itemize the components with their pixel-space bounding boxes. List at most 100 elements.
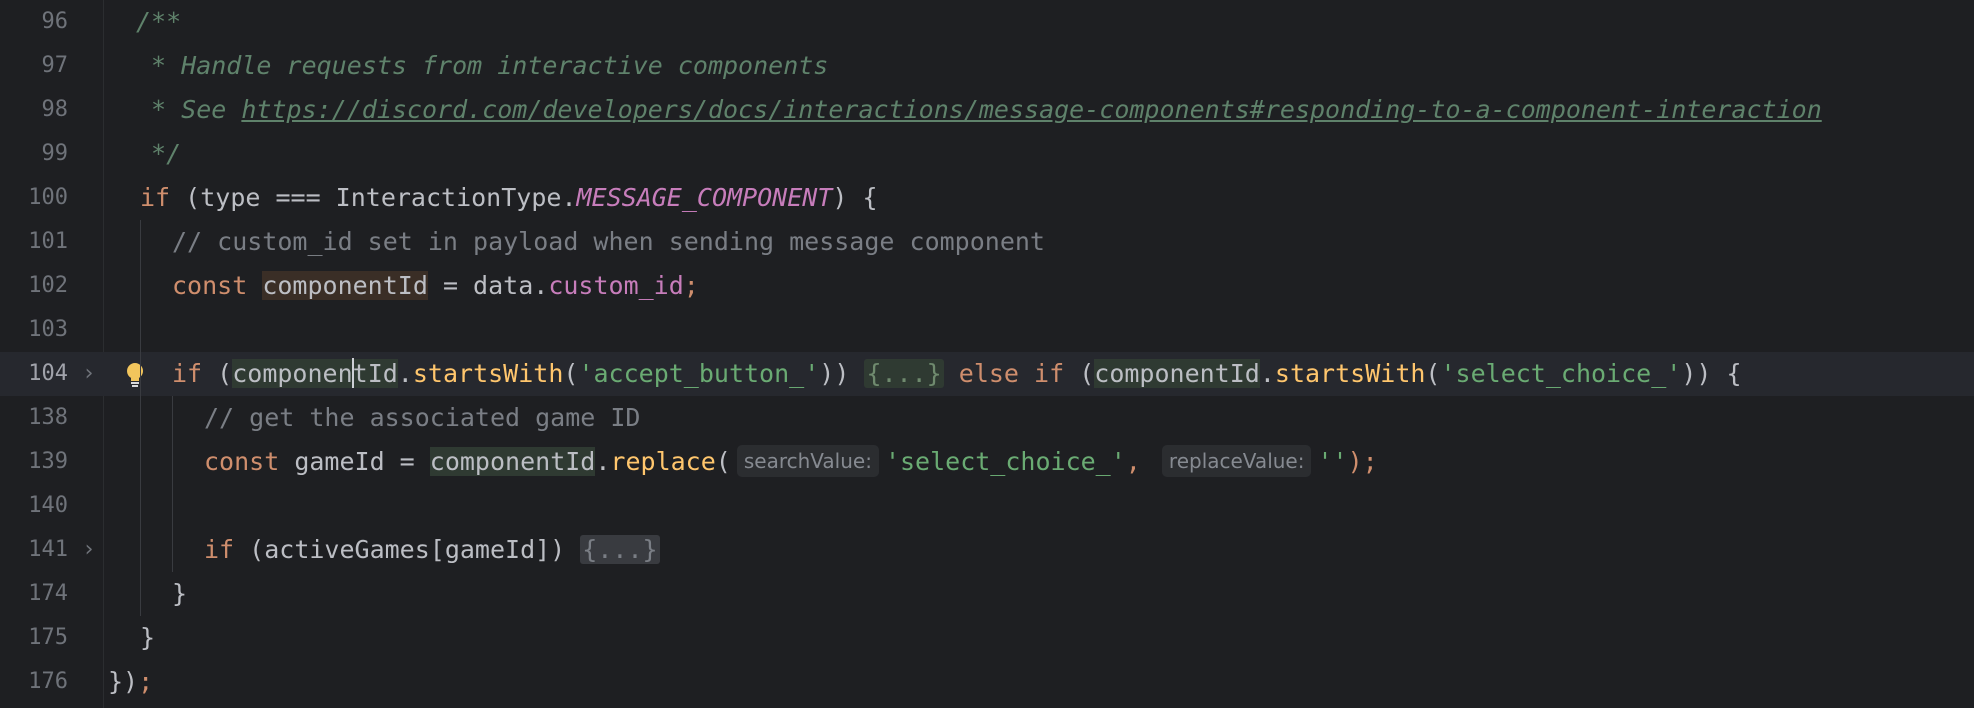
keyword: const (172, 271, 248, 300)
code-editor[interactable]: 96 /** 97 * Handle requests from interac… (0, 0, 1974, 708)
line-number[interactable]: 100 (0, 176, 68, 220)
closing-brace: } (172, 579, 188, 608)
closing-brace: } (140, 623, 156, 652)
variable-usage: componentId (429, 447, 596, 476)
code-line[interactable]: 103 (0, 308, 1974, 352)
lightbulb-icon[interactable] (121, 360, 149, 390)
code-token: tId (352, 359, 398, 388)
line-number[interactable]: 176 (0, 660, 68, 704)
method-call: startsWith (1274, 359, 1426, 388)
semicolon: ; (138, 667, 154, 696)
code-line[interactable]: 175 } (0, 616, 1974, 660)
chevron-right-icon[interactable]: › (78, 539, 100, 561)
folded-block[interactable]: {...} (580, 535, 660, 564)
string-literal: 'select_choice_' (884, 447, 1126, 476)
string-literal: 'accept_button_' (578, 359, 820, 388)
enum-constant: MESSAGE_COMPONENT (576, 183, 833, 212)
code-text: if (type === InteractionType.MESSAGE_COM… (140, 176, 878, 220)
code-token: componen (232, 359, 353, 388)
folded-block[interactable]: {...} (864, 359, 944, 388)
code-line[interactable]: 139 const gameId = componentId.replace(s… (0, 440, 1974, 484)
doc-comment: * Handle requests from interactive compo… (136, 51, 829, 80)
chevron-right-icon[interactable]: › (78, 363, 100, 385)
code-text: }); (108, 660, 153, 704)
line-number[interactable]: 174 (0, 572, 68, 616)
string-literal: 'select_choice_' (1440, 359, 1682, 388)
doc-link[interactable]: https://discord.com/developers/docs/inte… (241, 95, 1821, 124)
code-token: (activeGames[gameId]) (234, 535, 581, 564)
code-line[interactable]: 101 // custom_id set in payload when sen… (0, 220, 1974, 264)
code-line[interactable]: 102 const componentId = data.custom_id; (0, 264, 1974, 308)
code-token: (type === InteractionType. (170, 183, 577, 212)
code-token: ( (563, 359, 579, 388)
doc-comment: /** (136, 7, 182, 36)
code-token: . (1259, 359, 1275, 388)
code-token: ( (1064, 359, 1095, 388)
line-number[interactable]: 101 (0, 220, 68, 264)
code-line[interactable]: 99 */ (0, 132, 1974, 176)
text-caret (351, 358, 354, 388)
doc-comment-line: * See https://discord.com/developers/doc… (136, 88, 1822, 132)
string-literal: '' (1317, 447, 1348, 476)
line-comment: // get the associated game ID (204, 403, 641, 432)
method-call: startsWith (412, 359, 564, 388)
code-line[interactable]: 176 }); (0, 660, 1974, 704)
code-line[interactable]: 141 › if (activeGames[gameId]) {...} (0, 528, 1974, 572)
property: custom_id (548, 271, 684, 300)
code-token: ) { (832, 183, 878, 212)
comma: , (1125, 447, 1141, 476)
line-number[interactable]: 96 (0, 0, 69, 44)
line-number[interactable]: 102 (0, 264, 68, 308)
code-line[interactable]: 140 (0, 484, 1974, 528)
code-line[interactable]: 138 // get the associated game ID (0, 396, 1974, 440)
line-number[interactable]: 140 (0, 484, 68, 528)
code-token: . (397, 359, 413, 388)
line-number[interactable]: 141 (0, 528, 68, 572)
code-line[interactable]: 97 * Handle requests from interactive co… (0, 44, 1974, 88)
line-number[interactable]: 138 (0, 396, 68, 440)
code-line[interactable]: 100 if (type === InteractionType.MESSAGE… (0, 176, 1974, 220)
keyword: const (204, 447, 280, 476)
semicolon: ; (683, 271, 699, 300)
keyword: if (1034, 359, 1065, 388)
code-token: . (595, 447, 611, 476)
doc-comment: * See (136, 95, 242, 124)
code-token: }) (108, 667, 139, 696)
method-call: replace (610, 447, 716, 476)
doc-comment: */ (136, 139, 182, 168)
code-text: if (componentId.startsWith('accept_butto… (172, 352, 1742, 396)
code-token: = data. (427, 271, 549, 300)
line-number[interactable]: 98 (0, 88, 69, 132)
code-token: ); (1347, 447, 1378, 476)
code-token: gameId = (279, 447, 430, 476)
code-text: const componentId = data.custom_id; (172, 264, 699, 308)
code-token: ( (1425, 359, 1441, 388)
line-number[interactable]: 99 (0, 132, 69, 176)
code-token: )) (819, 359, 850, 388)
parameter-hint: searchValue: (736, 445, 879, 477)
indent-guide (172, 396, 173, 572)
variable-declaration: componentId (262, 271, 428, 300)
line-number[interactable]: 97 (0, 44, 69, 88)
line-number[interactable]: 139 (0, 440, 68, 484)
code-line[interactable]: 96 /** (0, 0, 1974, 44)
code-text: const gameId = componentId.replace(searc… (204, 440, 1378, 484)
code-line[interactable]: 174 } (0, 572, 1974, 616)
parameter-hint: replaceValue: (1161, 445, 1312, 477)
keyword: else (958, 359, 1019, 388)
code-token: ( (715, 447, 731, 476)
code-token: ( (202, 359, 233, 388)
keyword: if (172, 359, 203, 388)
code-token: )) { (1681, 359, 1742, 388)
code-line-current[interactable]: 104 › if (componentId.startsWith('accept… (0, 352, 1974, 396)
line-number[interactable]: 175 (0, 616, 68, 660)
variable-usage: componentId (1094, 359, 1260, 388)
keyword: if (204, 535, 235, 564)
line-number[interactable]: 104 (0, 352, 68, 396)
line-comment: // custom_id set in payload when sending… (172, 227, 1045, 256)
code-text: if (activeGames[gameId]) {...} (204, 528, 660, 572)
variable-usage: componentId (232, 358, 398, 388)
code-line[interactable]: 98 * See https://discord.com/developers/… (0, 88, 1974, 132)
keyword: if (140, 183, 171, 212)
line-number[interactable]: 103 (0, 308, 68, 352)
